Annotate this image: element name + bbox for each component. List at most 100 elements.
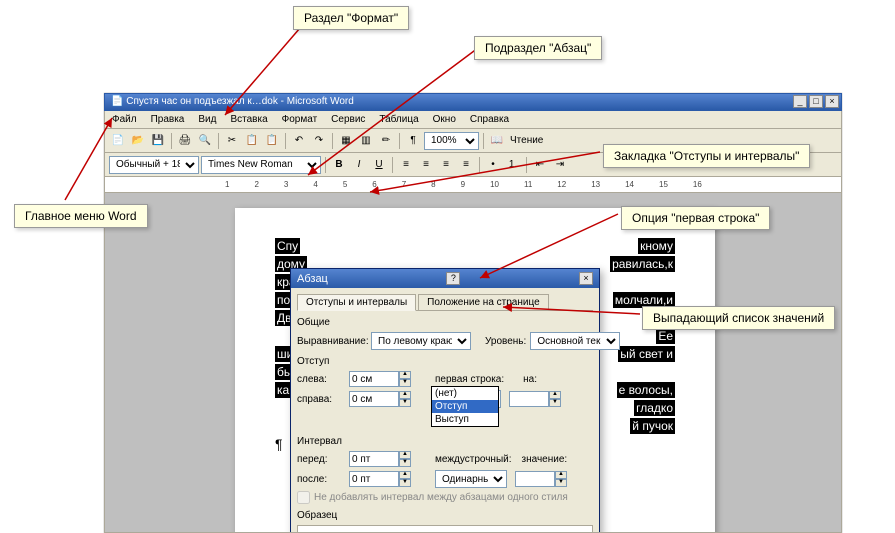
undo-icon[interactable]: ↶ — [290, 132, 308, 150]
align-center-icon[interactable]: ≡ — [417, 156, 435, 174]
spin-up-icon[interactable]: ▲ — [555, 471, 567, 479]
zoom-select[interactable]: 100% — [424, 132, 479, 150]
dropdown-item-indent[interactable]: Отступ — [432, 400, 498, 413]
style-select[interactable]: Обычный + 18 г — [109, 156, 199, 174]
spin-down-icon[interactable]: ▼ — [399, 399, 411, 407]
underline-icon[interactable]: U — [370, 156, 388, 174]
bold-icon[interactable]: B — [330, 156, 348, 174]
tab-position[interactable]: Положение на странице — [418, 294, 548, 310]
general-label: Общие — [297, 317, 593, 328]
cut-icon[interactable]: ✂ — [223, 132, 241, 150]
paragraph-dialog: Абзац ? × Отступы и интервалы Положение … — [290, 268, 600, 533]
close-button[interactable]: × — [825, 95, 839, 108]
spin-down-icon[interactable]: ▼ — [399, 379, 411, 387]
font-select[interactable]: Times New Roman — [201, 156, 321, 174]
menu-format[interactable]: Формат — [279, 113, 321, 126]
linespacing-select[interactable]: Одинарный — [435, 470, 507, 488]
preview-icon[interactable]: 🔍 — [196, 132, 214, 150]
menu-window[interactable]: Окно — [430, 113, 459, 126]
dropdown-item-none[interactable]: (нет) — [432, 387, 498, 400]
menu-insert[interactable]: Вставка — [227, 113, 270, 126]
level-select[interactable]: Основной текст — [530, 332, 620, 350]
align-left-icon[interactable]: ≡ — [397, 156, 415, 174]
callout-dropdown: Выпадающий список значений — [642, 306, 835, 330]
print-icon[interactable]: 🖨 — [176, 132, 194, 150]
menubar: Файл Правка Вид Вставка Формат Сервис Та… — [104, 111, 842, 129]
numbering-icon[interactable]: 1. — [504, 156, 522, 174]
menu-table[interactable]: Таблица — [376, 113, 421, 126]
table-icon[interactable]: ▦ — [337, 132, 355, 150]
after-input[interactable] — [349, 471, 399, 487]
callout-tab: Закладка "Отступы и интервалы" — [603, 144, 810, 168]
copy-icon[interactable]: 📋 — [243, 132, 261, 150]
right-label: справа: — [297, 394, 345, 405]
paste-icon[interactable]: 📋 — [263, 132, 281, 150]
callout-option: Опция "первая строка" — [621, 206, 770, 230]
no-space-checkbox[interactable] — [297, 491, 310, 504]
italic-icon[interactable]: I — [350, 156, 368, 174]
drawing-icon[interactable]: ✏ — [377, 132, 395, 150]
columns-icon[interactable]: ▥ — [357, 132, 375, 150]
firstline-value-input[interactable] — [509, 391, 549, 407]
linespacing-label: междустрочный: — [435, 454, 512, 465]
callout-paragraph: Подраздел "Абзац" — [474, 36, 602, 60]
spin-up-icon[interactable]: ▲ — [399, 451, 411, 459]
redo-icon[interactable]: ↷ — [310, 132, 328, 150]
callout-mainmenu: Главное меню Word — [14, 204, 148, 228]
preview-box — [297, 525, 593, 533]
spin-up-icon[interactable]: ▲ — [399, 471, 411, 479]
titlebar: 📄 Спустя час он подъезжал к…dok - Micros… — [104, 93, 842, 111]
align-right-icon[interactable]: ≡ — [437, 156, 455, 174]
indent-icon[interactable]: ⇥ — [551, 156, 569, 174]
dropdown-item-hanging[interactable]: Выступ — [432, 413, 498, 426]
dialog-title-text: Абзац — [297, 273, 328, 285]
maximize-button[interactable]: □ — [809, 95, 823, 108]
tab-indents[interactable]: Отступы и интервалы — [297, 294, 416, 311]
dialog-close-x[interactable]: × — [579, 272, 593, 285]
spin-down-icon[interactable]: ▼ — [555, 479, 567, 487]
menu-help[interactable]: Справка — [467, 113, 512, 126]
window-title: Спустя час он подъезжал к…dok - Microsof… — [126, 96, 354, 107]
firstline-dropdown[interactable]: (нет) Отступ Выступ — [431, 386, 499, 427]
justify-icon[interactable]: ≡ — [457, 156, 475, 174]
outdent-icon[interactable]: ⇤ — [531, 156, 549, 174]
alignment-select[interactable]: По левому краю — [371, 332, 471, 350]
dialog-close-button[interactable]: ? — [446, 272, 460, 285]
spin-up-icon[interactable]: ▲ — [399, 371, 411, 379]
before-input[interactable] — [349, 451, 399, 467]
document-area: Спукному домуравилась,к крайн похомолчал… — [104, 193, 842, 533]
ruler[interactable]: 12345678910111213141516 — [104, 177, 842, 193]
spacing-label: Интервал — [297, 436, 593, 447]
menu-view[interactable]: Вид — [195, 113, 219, 126]
open-icon[interactable]: 📂 — [129, 132, 147, 150]
bullets-icon[interactable]: • — [484, 156, 502, 174]
right-input[interactable] — [349, 391, 399, 407]
linespacing-value-input[interactable] — [515, 471, 555, 487]
indent-label: Отступ — [297, 356, 593, 367]
app-icon: 📄 — [111, 96, 123, 107]
menu-service[interactable]: Сервис — [328, 113, 368, 126]
new-icon[interactable]: 📄 — [109, 132, 127, 150]
sample-label: Образец — [297, 510, 593, 521]
before-label: перед: — [297, 454, 345, 465]
spin-up-icon[interactable]: ▲ — [549, 391, 561, 399]
left-label: слева: — [297, 374, 345, 385]
spin-down-icon[interactable]: ▼ — [549, 399, 561, 407]
paragraph-marks-icon[interactable]: ¶ — [404, 132, 422, 150]
spin-down-icon[interactable]: ▼ — [399, 479, 411, 487]
save-icon[interactable]: 💾 — [149, 132, 167, 150]
dialog-titlebar[interactable]: Абзац ? × — [291, 269, 599, 288]
menu-edit[interactable]: Правка — [148, 113, 188, 126]
minimize-button[interactable]: _ — [793, 95, 807, 108]
left-input[interactable] — [349, 371, 399, 387]
reading-icon[interactable]: 📖 — [488, 132, 506, 150]
spin-up-icon[interactable]: ▲ — [399, 391, 411, 399]
value-label: значение: — [522, 454, 568, 465]
no-space-label: Не добавлять интервал между абзацами одн… — [314, 492, 568, 503]
menu-file[interactable]: Файл — [109, 113, 140, 126]
firstline-label: первая строка: — [435, 374, 504, 385]
on-label: на: — [523, 374, 537, 385]
spin-down-icon[interactable]: ▼ — [399, 459, 411, 467]
alignment-label: Выравнивание: — [297, 336, 367, 347]
reading-label[interactable]: Чтение — [508, 135, 545, 146]
